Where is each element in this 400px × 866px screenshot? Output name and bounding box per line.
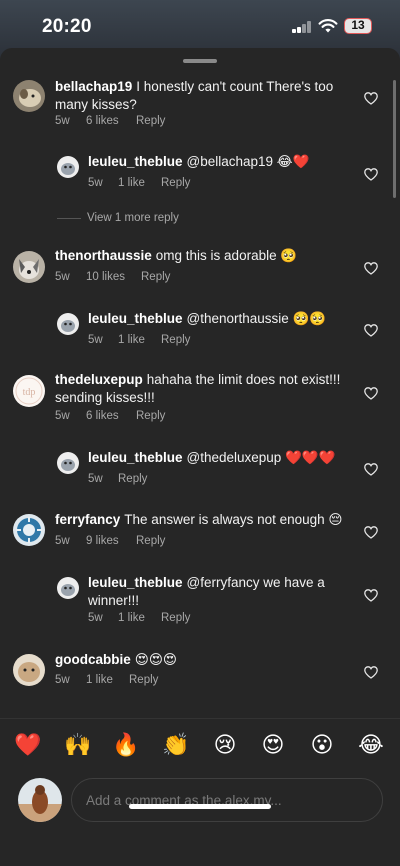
comment-likes[interactable]: 1 like [118,334,161,346]
heart-icon[interactable] [364,666,378,679]
comment-time: 5w [55,674,70,686]
battery-level: 13 [351,18,365,32]
comment-likes[interactable]: 1 like [118,177,161,189]
emoji-heart-eyes-button[interactable]: 😍 [258,733,288,757]
heart-icon[interactable] [364,168,378,181]
comment-input[interactable] [71,778,383,822]
reply-button[interactable]: Reply [161,334,190,346]
reply-button[interactable]: Reply [161,177,190,189]
comment-text: leuleu_theblue @thenorthaussie 🥺🥺 [88,311,327,326]
comment-time: 5w [55,535,70,547]
comment-likes[interactable]: 1 like [86,674,129,686]
reply-button[interactable]: Reply [118,473,147,485]
reply-button[interactable]: Reply [161,612,190,624]
emoji-clap-button[interactable]: 👏 [161,733,191,757]
battery-icon: 13 [344,18,372,34]
comment-meta: 5w 10 likes Reply [55,271,170,283]
comment-time: 5w [55,115,70,127]
wifi-icon [318,19,338,33]
avatar[interactable] [13,514,45,546]
comment-meta: 5w 6 likes Reply [55,410,165,422]
comment-meta: 5w 1 like Reply [88,177,190,189]
my-avatar [18,778,62,822]
comment-time: 5w [88,473,103,485]
heart-icon[interactable] [364,324,378,337]
emoji-laugh-button[interactable]: 😂 [356,733,386,757]
emoji-fire-button[interactable]: 🔥 [111,733,141,757]
status-bar: 20:20 13 [0,0,400,50]
comment-username[interactable]: ferryfancy [55,512,120,527]
avatar[interactable] [57,452,79,474]
status-time: 20:20 [42,16,92,37]
comment-username[interactable]: leuleu_theblue [88,154,183,169]
reply-button[interactable]: Reply [129,674,158,686]
emoji-quick-bar: ❤️ 🙌 🔥 👏 😢 😍 😮 😂 [0,718,400,770]
comment-text: thedeluxepup hahaha the limit does not ex… [55,372,341,405]
comment-time: 5w [88,612,103,624]
comment-text: bellachap19 I honestly can't count There'… [55,79,334,112]
comment-username[interactable]: goodcabbie [55,652,131,667]
reply-button[interactable]: Reply [141,271,170,283]
comment-text: thenorthaussie omg this is adorable 🥺 [55,248,298,263]
svg-text:tdp: tdp [23,387,36,398]
comment-meta: 5w 1 like Reply [88,334,190,346]
home-indicator[interactable] [129,804,271,809]
comment-text: leuleu_theblue @ferryfancy we have a winn… [88,575,325,608]
comment-text: leuleu_theblue @bellachap19 😂❤️ [88,154,310,169]
reply-button[interactable]: Reply [136,410,165,422]
reply-button[interactable]: Reply [136,115,165,127]
comment-username[interactable]: thedeluxepup [55,372,143,387]
comment-text: leuleu_theblue @thedeluxepup ❤️❤️❤️ [88,450,336,465]
comment-likes[interactable]: 6 likes [86,410,136,422]
avatar[interactable] [13,251,45,283]
comment-time: 5w [88,334,103,346]
reply-button[interactable]: Reply [136,535,165,547]
signal-icon [292,21,312,33]
comment-time: 5w [55,271,70,283]
avatar[interactable] [57,156,79,178]
heart-icon[interactable] [364,387,378,400]
comment-text: ferryfancy The answer is always not enoug… [55,512,343,527]
comment-username[interactable]: leuleu_theblue [88,450,183,465]
comment-meta: 5w Reply [88,473,147,485]
comment-input-row [0,770,400,830]
comment-likes[interactable]: 9 likes [86,535,136,547]
comment-time: 5w [88,177,103,189]
emoji-wow-button[interactable]: 😮 [307,733,337,757]
comment-meta: 5w 9 likes Reply [55,535,165,547]
comment-text: goodcabbie 😍😍😍 [55,652,177,667]
comment-time: 5w [55,410,70,422]
emoji-heart-button[interactable]: ❤️ [13,733,43,757]
avatar[interactable] [57,577,79,599]
divider-line [57,217,81,219]
heart-icon[interactable] [364,589,378,602]
comment-username[interactable]: leuleu_theblue [88,575,183,590]
comment-likes[interactable]: 6 likes [86,115,136,127]
comment-username[interactable]: leuleu_theblue [88,311,183,326]
comment-meta: 5w 6 likes Reply [55,115,165,127]
heart-icon[interactable] [364,92,378,105]
avatar[interactable] [57,313,79,335]
heart-icon[interactable] [364,526,378,539]
view-more-replies-button[interactable]: View 1 more reply [57,212,179,224]
comment-likes[interactable]: 10 likes [86,271,141,283]
comment-username[interactable]: thenorthaussie [55,248,152,263]
heart-icon[interactable] [364,463,378,476]
heart-icon[interactable] [364,262,378,275]
scrollbar[interactable] [393,80,396,198]
emoji-cry-button[interactable]: 😢 [210,733,240,757]
comment-likes[interactable]: 1 like [118,612,161,624]
comment-meta: 5w 1 like Reply [88,612,190,624]
comment-username[interactable]: bellachap19 [55,79,132,94]
emoji-raised-hands-button[interactable]: 🙌 [63,733,93,757]
comment-meta: 5w 1 like Reply [55,674,158,686]
avatar[interactable]: tdp [13,375,45,407]
list-fade [0,700,400,720]
drag-handle[interactable] [183,59,217,63]
avatar[interactable] [13,80,45,112]
avatar[interactable] [13,654,45,686]
